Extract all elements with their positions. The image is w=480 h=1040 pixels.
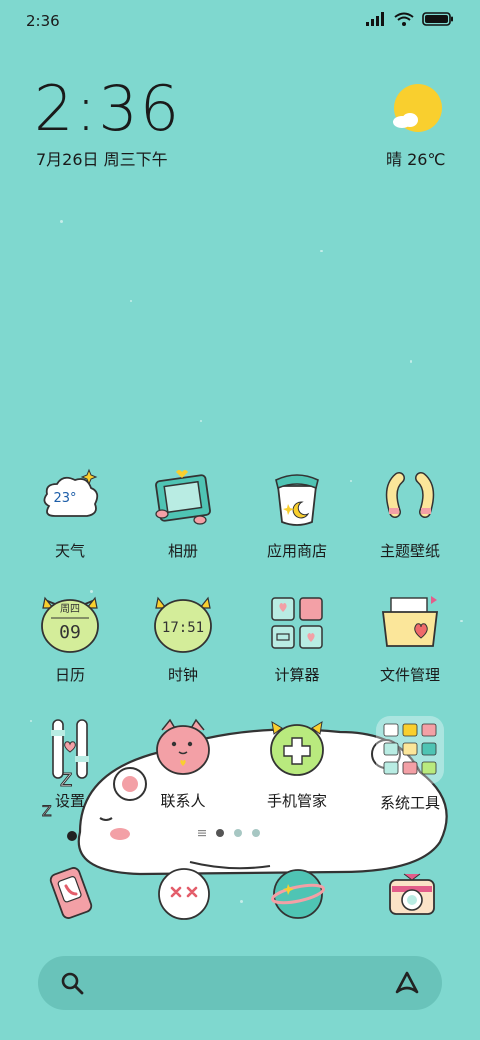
app-label: 设置 (54, 792, 85, 810)
battery-icon (422, 12, 453, 26)
app-label: 应用商店 (266, 542, 327, 560)
app-settings[interactable]: 设置 (15, 716, 125, 811)
app-store-jar-icon (264, 466, 330, 532)
app-calendar[interactable]: 周四 09 日历 (15, 590, 125, 685)
app-clock[interactable]: 17:51 时钟 (128, 590, 238, 685)
calendar-icon: 周四 09 (37, 590, 103, 656)
weather-widget-temp: 23° (53, 491, 76, 506)
settings-icon (37, 716, 103, 782)
app-label: 天气 (54, 542, 85, 560)
app-themes[interactable]: 主题壁纸 (355, 466, 465, 561)
app-calculator[interactable]: 计算器 (242, 590, 352, 685)
app-security[interactable]: 手机管家 (242, 716, 352, 811)
app-files[interactable]: 文件管理 (355, 590, 465, 685)
app-weather[interactable]: 23° 天气 (15, 466, 125, 561)
signal-icon (366, 12, 384, 26)
calculator-icon (264, 590, 330, 656)
calendar-day: 09 (59, 622, 81, 643)
app-store[interactable]: 应用商店 (242, 466, 352, 561)
clock-widget-date[interactable]: 7月26日 周三下午 (36, 146, 168, 170)
page-dot-active[interactable] (216, 829, 224, 837)
app-gallery[interactable]: 相册 (128, 466, 238, 561)
dock-camera[interactable] (384, 866, 440, 922)
wifi-icon (394, 12, 414, 26)
app-label: 计算器 (274, 666, 320, 684)
assistant-icon[interactable] (394, 970, 420, 996)
app-label: 主题壁纸 (379, 542, 440, 560)
status-bar: 2:36 (0, 0, 480, 40)
phone-icon (49, 867, 93, 919)
theme-wallpaper-icon (377, 466, 443, 532)
weather-sun-icon[interactable] (390, 84, 442, 136)
messages-icon (158, 868, 210, 920)
app-label: 时钟 (167, 666, 198, 684)
weather-cloud-icon: 23° (37, 466, 103, 532)
photo-frame-icon (150, 466, 216, 532)
folder-system-tools[interactable]: 系统工具 (355, 716, 465, 813)
file-manager-icon (377, 590, 443, 656)
app-label: 相册 (167, 542, 198, 560)
status-time: 2:36 (26, 12, 60, 30)
calendar-weekday: 周四 (60, 603, 80, 615)
page-dot[interactable] (234, 829, 242, 837)
page-indicator[interactable] (198, 829, 260, 837)
phone-manager-icon (264, 716, 330, 782)
browser-planet-icon (271, 869, 325, 919)
alarm-clock-icon: 17:51 (150, 590, 216, 656)
app-label: 日历 (54, 666, 85, 684)
dock-messages[interactable] (156, 866, 212, 922)
dock-browser[interactable] (270, 866, 326, 922)
app-label: 手机管家 (266, 792, 327, 810)
system-tools-folder-icon (376, 716, 444, 784)
dock-phone[interactable] (46, 866, 102, 922)
app-label: 联系人 (160, 792, 206, 810)
search-icon[interactable] (60, 971, 84, 995)
clock-widget-time[interactable]: 2:36 (34, 78, 181, 140)
weather-summary[interactable]: 晴 26℃ (386, 146, 445, 170)
app-label: 系统工具 (379, 794, 440, 812)
page-list-icon[interactable] (198, 829, 206, 837)
page-dot[interactable] (252, 829, 260, 837)
app-label: 文件管理 (379, 666, 440, 684)
app-contacts[interactable]: 联系人 (128, 716, 238, 811)
status-icons (366, 12, 454, 26)
camera-icon (389, 873, 435, 915)
contacts-cat-icon (150, 716, 216, 782)
search-bar[interactable] (38, 956, 442, 1010)
clock-icon-time: 17:51 (162, 620, 204, 636)
